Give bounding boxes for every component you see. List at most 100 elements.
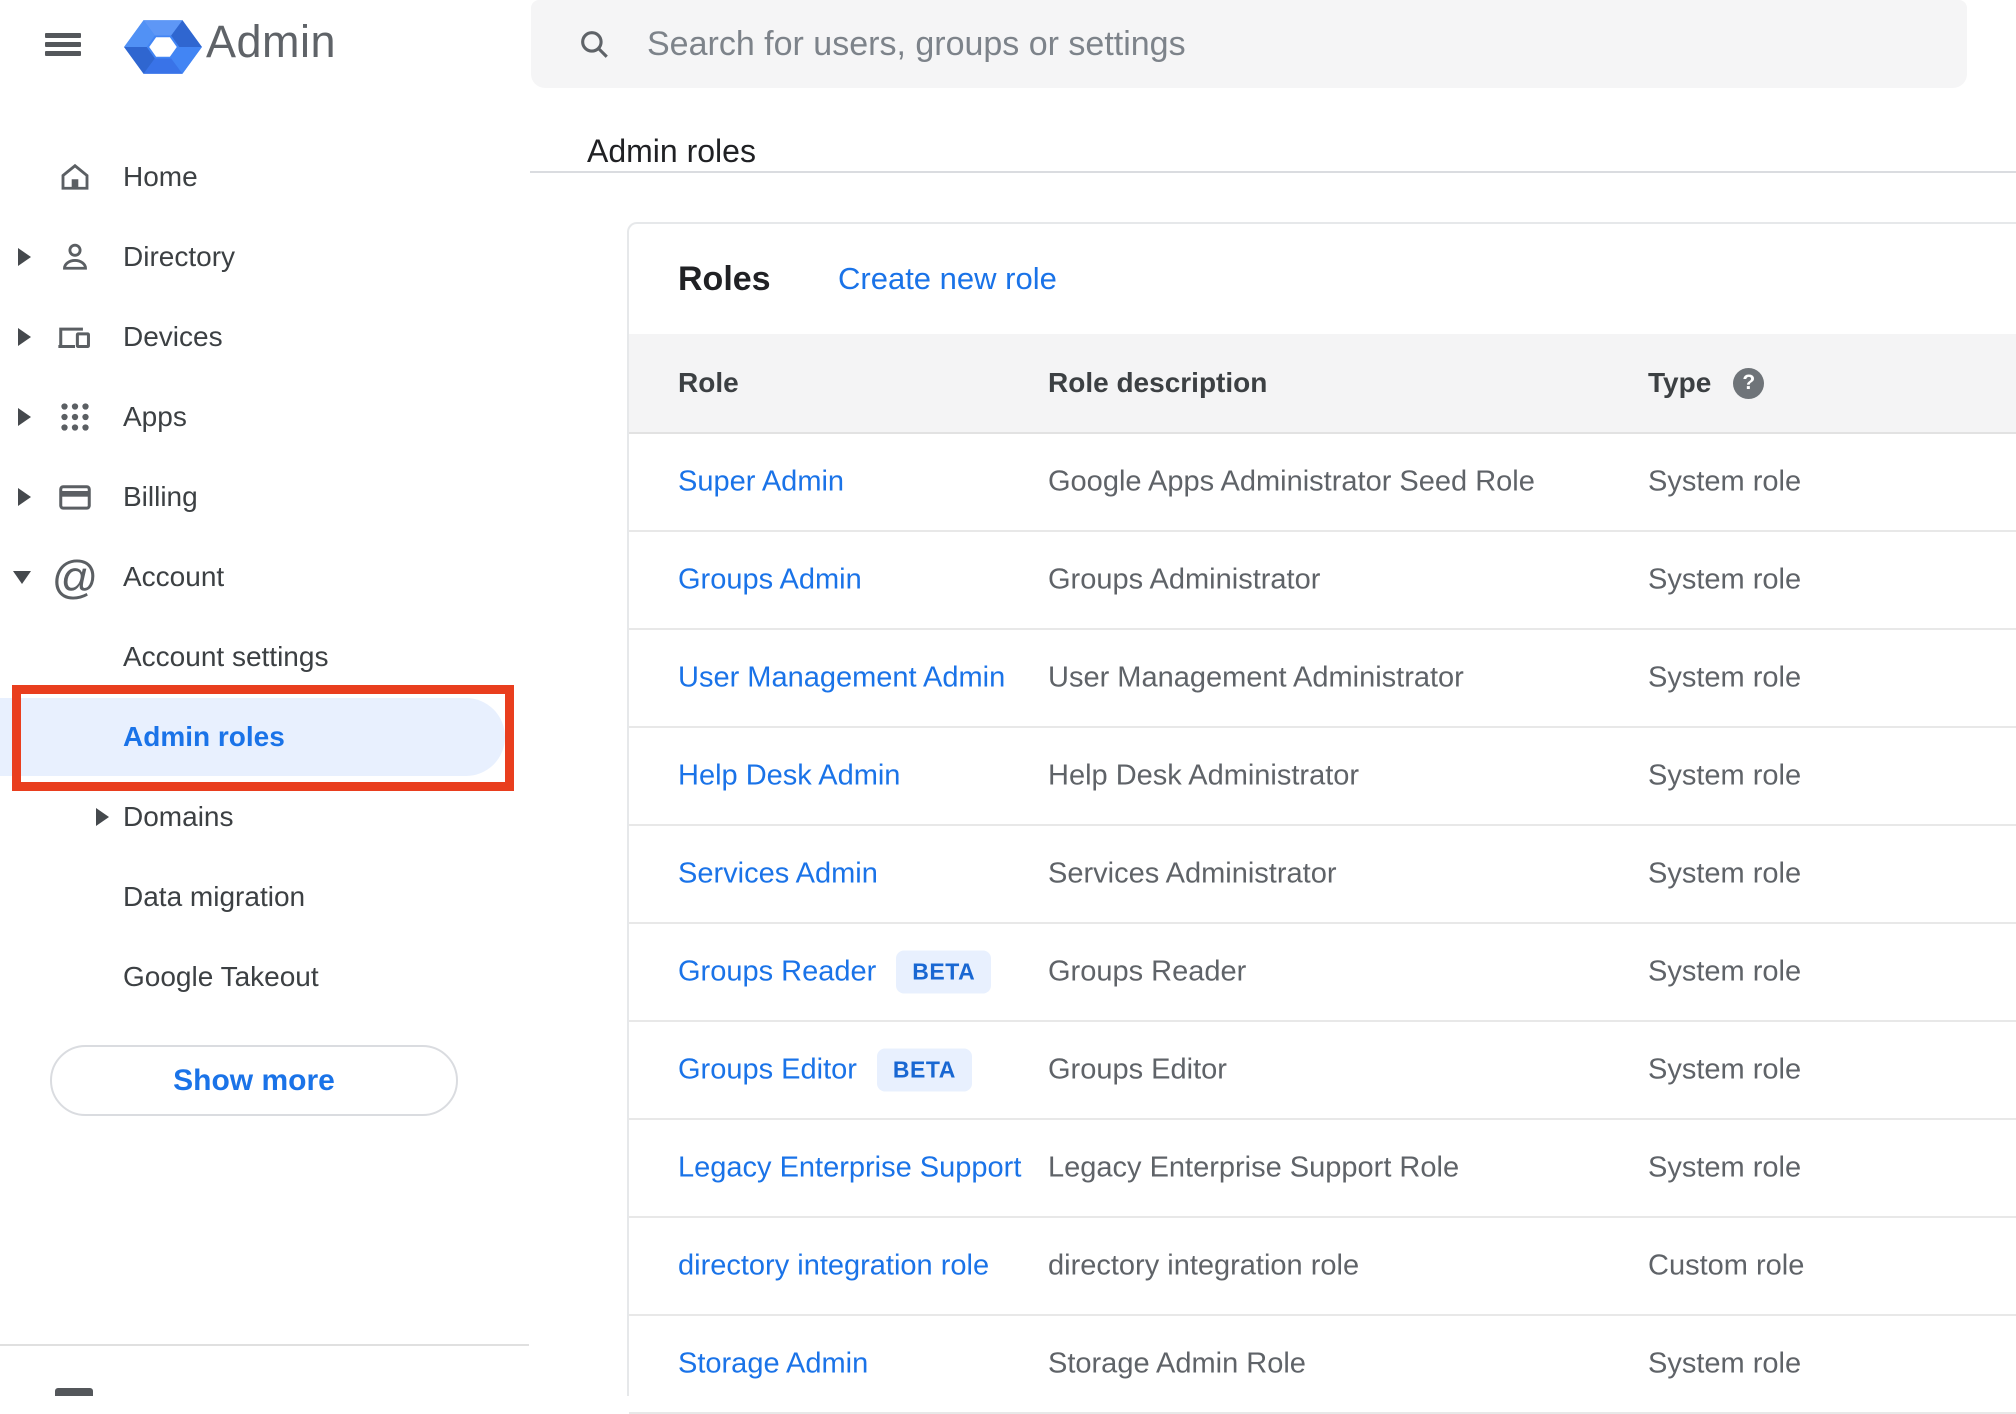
role-type: System role <box>1648 955 1802 988</box>
collapse-arrow-icon[interactable] <box>13 571 31 584</box>
sidebar-item-label: Domains <box>123 801 234 832</box>
person-icon <box>54 235 96 279</box>
hamburger-bar <box>45 32 81 38</box>
sidebar-item-domains[interactable]: Domains <box>0 777 529 857</box>
beta-badge: BETA <box>896 950 992 994</box>
table-row: User Management Admin User Management Ad… <box>629 630 2016 728</box>
role-link[interactable]: User Management Admin <box>678 662 1005 695</box>
table-row: Groups Admin Groups Administrator System… <box>629 532 2016 630</box>
table-row: Help Desk Admin Help Desk Administrator … <box>629 728 2016 826</box>
column-header-type: Type ? <box>1648 367 1765 399</box>
hamburger-bar <box>45 50 81 56</box>
sidebar-item-home[interactable]: Home <box>0 137 529 217</box>
help-icon[interactable]: ? <box>1733 367 1765 399</box>
table-row: Super Admin Google Apps Administrator Se… <box>629 434 2016 532</box>
sidebar-item-admin-roles[interactable]: Admin roles <box>0 698 505 776</box>
apps-grid-icon <box>54 395 96 439</box>
sidebar-item-data-migration[interactable]: Data migration <box>0 857 529 937</box>
table-row: Groups Reader BETA Groups Reader System r… <box>629 924 2016 1022</box>
cutoff-sidebar-icon <box>55 1388 93 1396</box>
role-description: directory integration role <box>1048 1249 1360 1282</box>
role-description: User Management Administrator <box>1048 661 1464 694</box>
roles-panel: Roles Create new role Role Role descript… <box>627 222 2016 1414</box>
sidebar-item-label: Devices <box>123 321 223 352</box>
hamburger-bar <box>45 41 81 47</box>
sidebar-nav: Home Directory Devices Apps Billing @ Ac… <box>0 137 529 1017</box>
role-description: Help Desk Administrator <box>1048 759 1360 792</box>
role-type: System role <box>1648 1347 1802 1380</box>
sidebar-item-label: Data migration <box>123 881 306 912</box>
sidebar-item-account[interactable]: @ Account <box>0 537 529 617</box>
table-row: Services Admin Services Administrator Sy… <box>629 826 2016 924</box>
sidebar-item-apps[interactable]: Apps <box>0 377 529 457</box>
role-description: Groups Administrator <box>1048 563 1321 596</box>
sidebar-item-devices[interactable]: Devices <box>0 297 529 377</box>
home-icon <box>54 155 96 199</box>
role-link[interactable]: Super Admin <box>678 466 844 499</box>
search-placeholder: Search for users, groups or settings <box>647 24 1186 63</box>
expand-arrow-icon[interactable] <box>18 488 31 506</box>
role-type: System role <box>1648 465 1802 498</box>
role-link[interactable]: Storage Admin <box>678 1348 868 1381</box>
sidebar-item-label: Google Takeout <box>123 961 319 992</box>
sidebar-item-label: Directory <box>123 241 236 272</box>
sidebar-item-label: Account settings <box>123 641 329 672</box>
role-type: System role <box>1648 1151 1802 1184</box>
table-header-row: Role Role description Type ? <box>629 334 2016 434</box>
role-description: Groups Reader <box>1048 955 1247 988</box>
role-description: Google Apps Administrator Seed Role <box>1048 465 1535 498</box>
panel-title: Roles <box>678 260 771 298</box>
roles-panel-header: Roles Create new role <box>629 224 2016 334</box>
role-description: Storage Admin Role <box>1048 1347 1306 1380</box>
credit-card-icon <box>54 475 96 519</box>
search-input[interactable]: Search for users, groups or settings <box>531 0 1967 88</box>
header-divider <box>530 171 2016 173</box>
create-new-role-link[interactable]: Create new role <box>838 224 1057 334</box>
role-link[interactable]: Legacy Enterprise Support <box>678 1152 1021 1185</box>
role-description: Legacy Enterprise Support Role <box>1048 1151 1460 1184</box>
sidebar-item-label: Admin roles <box>123 721 285 752</box>
role-description: Groups Editor <box>1048 1053 1227 1086</box>
table-row: directory integration role directory int… <box>629 1218 2016 1316</box>
table-row: Storage Admin Storage Admin Role System … <box>629 1316 2016 1414</box>
breadcrumb: Admin roles <box>587 133 756 169</box>
role-type: System role <box>1648 563 1802 596</box>
role-link[interactable]: Groups Admin <box>678 564 862 597</box>
role-link[interactable]: Groups Editor <box>678 1054 857 1087</box>
sidebar-divider <box>0 1344 529 1346</box>
sidebar-item-label: Account <box>123 561 225 592</box>
sidebar-item-label: Apps <box>123 401 187 432</box>
admin-logo-icon <box>122 17 204 82</box>
sidebar-item-directory[interactable]: Directory <box>0 217 529 297</box>
expand-arrow-icon[interactable] <box>96 808 109 826</box>
role-link[interactable]: Groups Reader <box>678 956 876 989</box>
sidebar-item-label: Home <box>123 161 198 192</box>
role-link[interactable]: Services Admin <box>678 858 878 891</box>
sidebar-item-google-takeout[interactable]: Google Takeout <box>0 937 529 1017</box>
sidebar-item-account-settings[interactable]: Account settings <box>0 617 529 697</box>
app-title: Admin <box>206 16 337 67</box>
show-more-button[interactable]: Show more <box>50 1045 458 1116</box>
role-type: Custom role <box>1648 1249 1805 1282</box>
sidebar-item-billing[interactable]: Billing <box>0 457 529 537</box>
table-row: Groups Editor BETA Groups Editor System r… <box>629 1022 2016 1120</box>
role-type: System role <box>1648 661 1802 694</box>
role-link[interactable]: Help Desk Admin <box>678 760 900 793</box>
role-link[interactable]: directory integration role <box>678 1250 989 1283</box>
sidebar-item-label: Billing <box>123 481 198 512</box>
column-header-description: Role description <box>1048 367 1268 398</box>
expand-arrow-icon[interactable] <box>18 328 31 346</box>
column-header-role: Role <box>678 367 739 398</box>
search-icon <box>581 31 608 58</box>
role-type: System role <box>1648 857 1802 890</box>
role-type: System role <box>1648 1053 1802 1086</box>
beta-badge: BETA <box>876 1048 972 1092</box>
table-row: Legacy Enterprise Support Legacy Enterpr… <box>629 1120 2016 1218</box>
role-type: System role <box>1648 759 1802 792</box>
hamburger-menu-icon[interactable] <box>45 22 95 66</box>
expand-arrow-icon[interactable] <box>18 408 31 426</box>
role-description: Services Administrator <box>1048 857 1337 890</box>
at-sign-icon: @ <box>51 551 99 603</box>
expand-arrow-icon[interactable] <box>18 248 31 266</box>
devices-icon <box>54 315 96 359</box>
